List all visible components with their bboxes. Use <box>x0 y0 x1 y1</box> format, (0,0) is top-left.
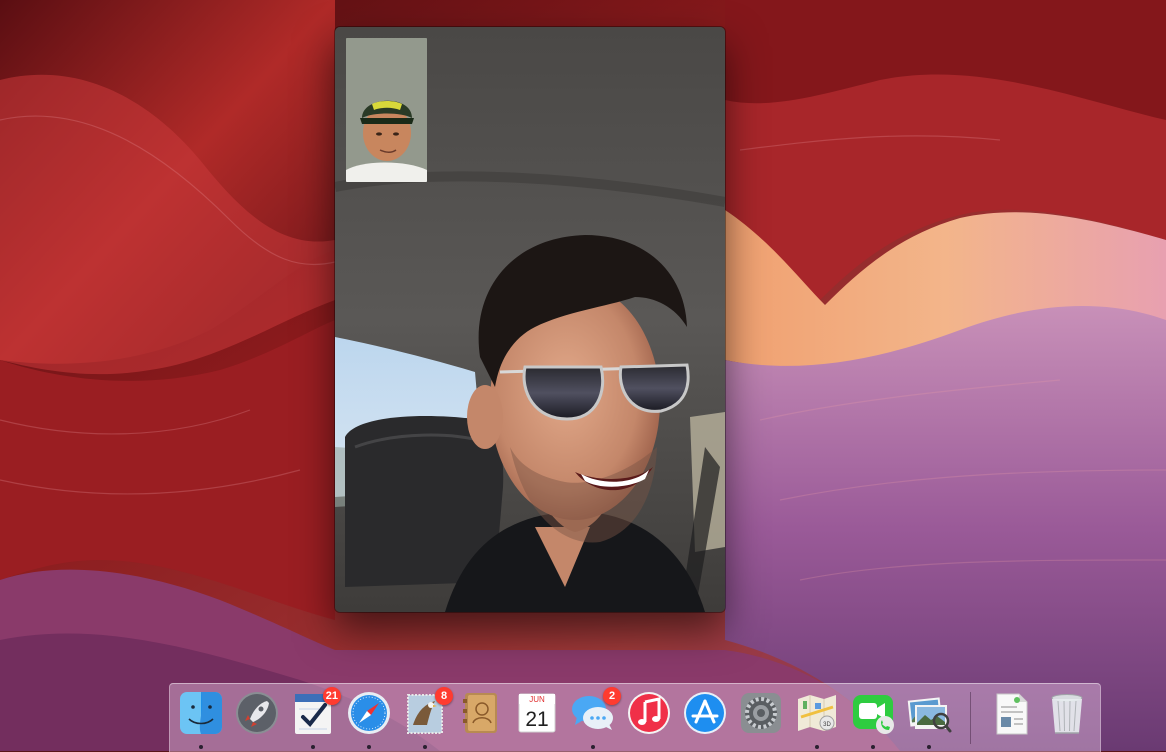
running-indicator <box>591 745 595 749</box>
finder-icon <box>180 692 222 734</box>
rocket-icon <box>236 692 278 734</box>
map-icon: 3D <box>798 695 836 731</box>
running-indicator <box>423 745 427 749</box>
facetime-window[interactable] <box>335 27 725 612</box>
notification-badge: 2 <box>603 687 621 705</box>
address-book-icon <box>463 693 497 733</box>
app-store-icon <box>684 692 726 734</box>
self-camera-preview[interactable] <box>346 38 427 182</box>
calendar-month: JUN <box>529 695 545 704</box>
running-indicator <box>367 745 371 749</box>
svg-text:3D: 3D <box>823 722 831 728</box>
compass-icon <box>348 692 390 734</box>
calendar-day: 21 <box>525 708 548 731</box>
running-indicator <box>815 745 819 749</box>
dock-item-reminders[interactable]: 21 <box>289 687 341 749</box>
trash-icon <box>1051 694 1083 734</box>
dock-item-system-preferences[interactable] <box>737 689 785 749</box>
dock-item-document[interactable] <box>987 689 1035 749</box>
running-indicator <box>311 745 315 749</box>
dock-item-safari[interactable] <box>345 689 393 749</box>
dock-item-launchpad[interactable] <box>233 689 281 749</box>
video-camera-phone-icon <box>853 695 894 734</box>
dock-item-messages[interactable]: 2 <box>569 687 621 749</box>
dock-item-preview[interactable] <box>905 689 953 749</box>
calendar-icon: JUN 21 <box>518 693 556 733</box>
document-icon <box>996 693 1028 735</box>
dock-item-calendar[interactable]: JUN 21 <box>513 689 561 749</box>
dock-separator <box>970 692 971 744</box>
dock-item-contacts[interactable] <box>457 689 505 749</box>
notification-badge: 8 <box>435 687 453 705</box>
dock-item-trash[interactable] <box>1043 689 1091 749</box>
dock-item-itunes[interactable] <box>625 689 673 749</box>
dock-item-mail[interactable]: 8 <box>401 687 453 749</box>
dock-item-app-store[interactable] <box>681 689 729 749</box>
running-indicator <box>199 745 203 749</box>
dock-item-finder[interactable] <box>177 689 225 749</box>
notification-badge: 21 <box>322 687 341 705</box>
gear-icon <box>741 693 781 733</box>
running-indicator <box>871 745 875 749</box>
dock-item-maps[interactable]: 3D <box>793 689 841 749</box>
dock: 21 8 JUN 21 2 3D <box>169 683 1101 752</box>
dock-item-facetime[interactable] <box>849 689 897 749</box>
photos-magnifier-icon <box>907 697 952 733</box>
running-indicator <box>927 745 931 749</box>
music-note-icon <box>628 692 670 734</box>
